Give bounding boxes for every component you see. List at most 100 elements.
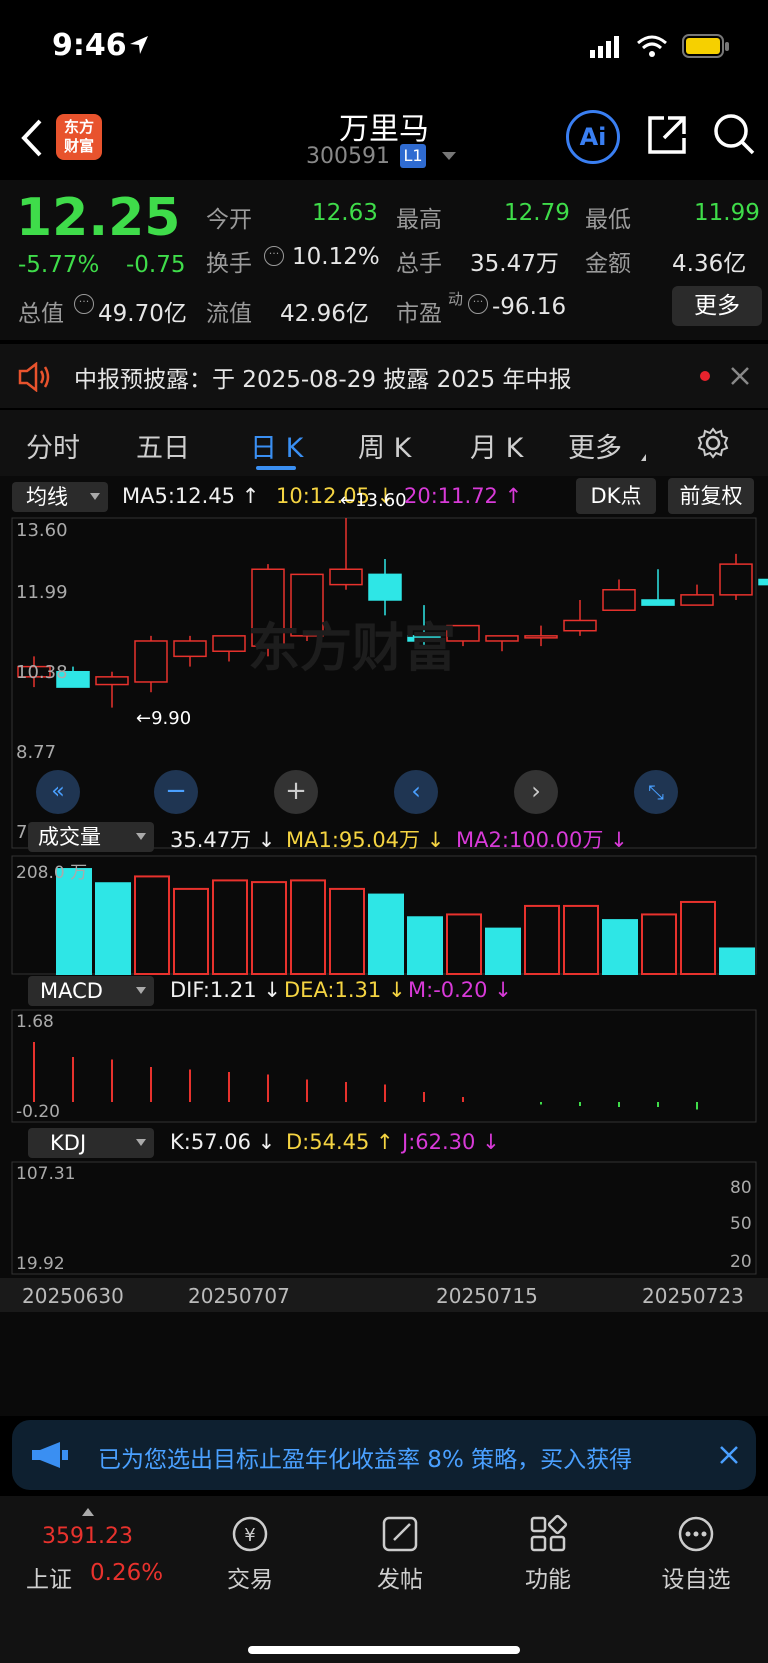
kline-chart-area: 均线 MA5:12.45 ↑ 10:12.05 ↓ 20:11.72 ↑ DK点… [0, 476, 768, 1416]
volume-bar [56, 868, 92, 975]
signal-icon [590, 36, 619, 58]
quote-panel: 12.25 -5.77% -0.75 今开 12.63 最高 12.79 最低 … [0, 180, 768, 340]
volume-ma2: MA2:100.00万 ↓ [456, 828, 628, 852]
function-icon[interactable] [528, 1514, 568, 1554]
candle-body [602, 588, 636, 611]
volume-bar [290, 879, 326, 975]
chevron-down-icon[interactable] [442, 152, 456, 160]
volume-bar [95, 882, 131, 976]
volume-bar [485, 927, 521, 976]
volume-bar [407, 916, 443, 975]
current-price: 12.25 [16, 188, 181, 248]
candle-body [95, 676, 129, 686]
amount-label: 金额 [585, 251, 631, 277]
date-label: 20250715 [436, 1284, 538, 1308]
zoom-out-icon[interactable]: − [154, 770, 198, 814]
open-value: 12.63 [312, 200, 378, 226]
macd-top: 1.68 [16, 1012, 54, 1032]
close-icon[interactable] [718, 1444, 740, 1466]
low-label: 最低 [585, 207, 631, 233]
level-badge: L1 [400, 144, 426, 168]
candle-body [134, 640, 168, 683]
clock: 9:46 [52, 28, 127, 63]
tab-more[interactable]: 更多 [568, 426, 622, 465]
expand-icon[interactable] [82, 1508, 94, 1516]
period-tabs: 分时 五日 日 K 周 K 月 K 更多 [0, 410, 768, 476]
trade-icon[interactable]: ¥ [230, 1514, 270, 1554]
index-percent: 0.26% [90, 1560, 164, 1586]
candle-body [173, 640, 207, 658]
search-icon[interactable] [712, 112, 756, 156]
share-icon[interactable] [646, 114, 688, 156]
svg-text:¥: ¥ [244, 1525, 255, 1546]
turnover-value: 10.12% [292, 244, 380, 270]
kdj-selector[interactable]: KDJ [28, 1128, 154, 1158]
volume-bar [134, 875, 170, 975]
more-button[interactable]: 更多 [672, 286, 762, 326]
ai-icon[interactable]: Ai [566, 110, 620, 164]
bottom-bar: 3591.23 上证 0.26% ¥ 交易 发帖 功能 设自选 [0, 1496, 768, 1663]
tab-monthly-k[interactable]: 月 K [470, 426, 523, 465]
tab-five-day[interactable]: 五日 [136, 426, 190, 465]
volume-max: 208.0 万 [16, 863, 88, 883]
watermark: 东方财富 [248, 619, 457, 679]
kdj-level: 20 [730, 1252, 752, 1272]
chevron-down-icon [136, 833, 146, 840]
chevron-down-icon [136, 1139, 146, 1146]
info-icon[interactable]: ··· [264, 246, 284, 266]
high-value: 12.79 [504, 200, 570, 226]
macd-selector[interactable]: MACD [28, 976, 154, 1006]
wifi-icon [637, 35, 667, 57]
volume-bar [680, 900, 716, 976]
rewind-icon[interactable]: « [36, 770, 80, 814]
info-icon[interactable]: ··· [468, 294, 488, 314]
post-icon[interactable] [380, 1514, 420, 1554]
notice-bar[interactable]: 中报预披露：于 2025-08-29 披露 2025 年中报 [0, 344, 768, 408]
next-icon[interactable]: › [514, 770, 558, 814]
status-bar: 9:46 [0, 0, 768, 100]
post-tab[interactable]: 发帖 [360, 1560, 440, 1594]
kdj-d: D:54.45 ↑ [286, 1130, 394, 1154]
trade-tab[interactable]: 交易 [210, 1560, 290, 1594]
more-dots-icon[interactable] [676, 1514, 716, 1554]
y-tick: 13.60 [16, 520, 68, 541]
fullscreen-icon[interactable]: ⤡ [634, 770, 678, 814]
notice-text: 中报预披露：于 2025-08-29 披露 2025 年中报 [74, 367, 572, 393]
add-watchlist-tab[interactable]: 设自选 [646, 1560, 746, 1594]
gear-icon[interactable] [696, 426, 730, 460]
chevron-down-icon [636, 454, 646, 461]
volume-ma1: MA1:95.04万 ↓ [286, 828, 445, 852]
float-cap-value: 42.96亿 [280, 301, 369, 327]
unread-dot [700, 371, 710, 381]
prev-icon[interactable]: ‹ [394, 770, 438, 814]
function-tab[interactable]: 功能 [508, 1560, 588, 1594]
candle-body [329, 568, 363, 586]
change-percent: -5.77% [18, 252, 100, 278]
index-value[interactable]: 3591.23 [42, 1524, 133, 1549]
market-cap-label: 总值 [18, 301, 64, 327]
kdj-level: 80 [730, 1178, 752, 1198]
zoom-in-icon[interactable]: + [274, 770, 318, 814]
info-icon[interactable]: ··· [74, 294, 94, 314]
candle-body [719, 563, 753, 596]
volume-bar [524, 904, 560, 975]
battery-icon [682, 34, 729, 58]
volume-bar [212, 879, 248, 975]
tab-daily-k[interactable]: 日 K [250, 426, 303, 465]
macd-bottom: -0.20 [16, 1102, 60, 1122]
date-label: 20250707 [188, 1284, 290, 1308]
date-label: 20250630 [22, 1284, 124, 1308]
tab-weekly-k[interactable]: 周 K [358, 426, 411, 465]
stock-code: 300591 [306, 144, 390, 169]
macd-selector-label: MACD [40, 979, 103, 1003]
tab-intraday[interactable]: 分时 [26, 426, 80, 465]
nav-header: 东方 财富 万里马 300591 L1 Ai [0, 100, 768, 180]
promo-banner[interactable]: 已为您选出目标止盈年化收益率 8% 策略，买入获得 [12, 1420, 756, 1490]
turnover-label: 换手 [206, 251, 252, 277]
close-icon[interactable] [730, 366, 750, 386]
float-cap-label: 流值 [206, 301, 252, 327]
change-value: -0.75 [126, 252, 186, 278]
low-value: 11.99 [694, 200, 760, 226]
kdj-top: 107.31 [16, 1164, 76, 1184]
volume-selector[interactable]: 成交量 [28, 822, 154, 852]
